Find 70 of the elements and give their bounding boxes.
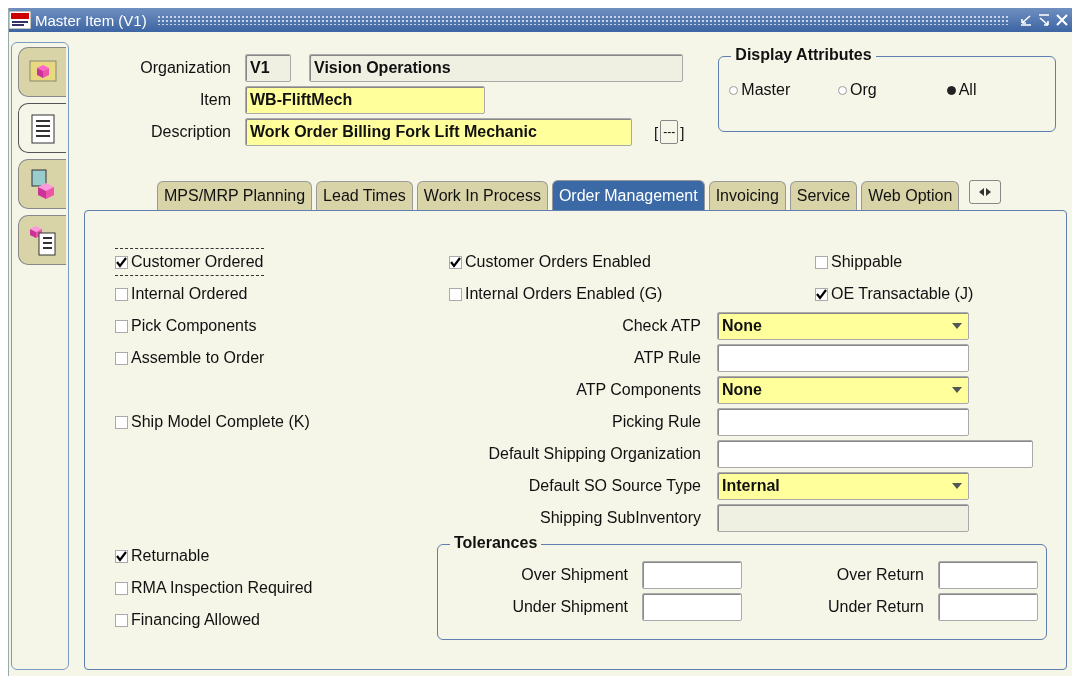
text-field[interactable]: [717, 344, 969, 372]
field-label: Under Shipment: [511, 598, 628, 616]
text-field[interactable]: [938, 561, 1038, 589]
checkbox[interactable]: Ship Model Complete (K): [115, 408, 310, 436]
text-field[interactable]: [717, 440, 1033, 468]
side-tab-button[interactable]: [18, 103, 66, 153]
check-icon: [116, 550, 127, 562]
dropdown-arrow-icon: [952, 323, 962, 329]
tab[interactable]: Web Option: [861, 181, 960, 210]
field-label: Over Shipment: [520, 566, 628, 584]
group-title: Display Attributes: [731, 46, 876, 64]
tab[interactable]: Service: [789, 181, 858, 210]
checkbox[interactable]: Customer Orders Enabled: [449, 248, 651, 276]
tab[interactable]: MPS/MRP Planning: [157, 181, 313, 210]
text-field[interactable]: [938, 593, 1038, 621]
field-label: Default Shipping Organization: [487, 445, 701, 463]
text-field[interactable]: [642, 561, 742, 589]
checkbox[interactable]: Internal Ordered: [115, 280, 248, 308]
field-label: Description: [149, 123, 231, 141]
field-label: Under Return: [826, 598, 924, 616]
tab[interactable]: Work In Process: [416, 181, 548, 210]
tab[interactable]: Lead Times: [316, 181, 413, 210]
field-label: Default SO Source Type: [527, 477, 701, 495]
dropdown-arrow-icon: [952, 483, 962, 489]
check-icon: [450, 256, 461, 268]
checkbox[interactable]: RMA Inspection Required: [115, 574, 437, 602]
check-icon: [116, 256, 127, 268]
text-field[interactable]: [642, 593, 742, 621]
checkbox[interactable]: Financing Allowed: [115, 606, 437, 634]
close-icon: [1055, 13, 1069, 27]
checkbox[interactable]: Returnable: [115, 542, 437, 570]
item-field[interactable]: WB-FliftMech: [245, 86, 485, 114]
code-field[interactable]: V1: [245, 54, 291, 82]
checkbox[interactable]: Assemble to Order: [115, 344, 265, 372]
field-label: Organization: [139, 59, 231, 77]
check-icon: [816, 288, 827, 300]
checkbox[interactable]: Customer Ordered: [115, 248, 264, 276]
checkbox[interactable]: Pick Components: [115, 312, 257, 340]
field-label: ATP Rule: [633, 349, 701, 367]
checkbox[interactable]: OE Transactable (J): [815, 280, 974, 308]
checkbox[interactable]: Internal Orders Enabled (G): [449, 280, 663, 308]
radio-option[interactable]: Org: [838, 81, 947, 99]
dropdown-field[interactable]: None: [717, 312, 969, 340]
text-field[interactable]: [717, 504, 969, 532]
bracket: ]: [680, 123, 685, 141]
radio-option[interactable]: All: [946, 81, 1056, 99]
field-label: Check ATP: [621, 317, 701, 335]
dropdown-field[interactable]: None: [717, 376, 969, 404]
bracket: [: [654, 123, 659, 141]
scroll-button[interactable]: [969, 180, 1002, 204]
checkbox[interactable]: Shippable: [815, 248, 903, 276]
field-label: Picking Rule: [611, 413, 701, 431]
tab[interactable]: Order Management: [551, 180, 705, 210]
field-label: Item: [198, 91, 231, 109]
edit-button[interactable]: ---: [660, 120, 679, 144]
field-label: Over Return: [835, 566, 924, 584]
minimize-icon: [1019, 13, 1033, 27]
text-field[interactable]: [717, 408, 969, 436]
window-title: Master Item (V1): [35, 11, 147, 29]
dropdown-arrow-icon: [952, 387, 962, 393]
field-label: ATP Components: [575, 381, 701, 399]
app-logo-icon: [9, 11, 31, 29]
side-tab-button[interactable]: [18, 215, 66, 265]
tab[interactable]: Invoicing: [708, 181, 786, 210]
name-field[interactable]: Vision Operations: [309, 54, 683, 82]
dropdown-field[interactable]: Internal: [717, 472, 969, 500]
description-field[interactable]: Work Order Billing Fork Lift Mechanic: [245, 118, 632, 146]
maximize-icon: [1037, 13, 1051, 27]
field-label: Shipping SubInventory: [539, 509, 701, 527]
radio-option[interactable]: Master: [729, 81, 838, 99]
